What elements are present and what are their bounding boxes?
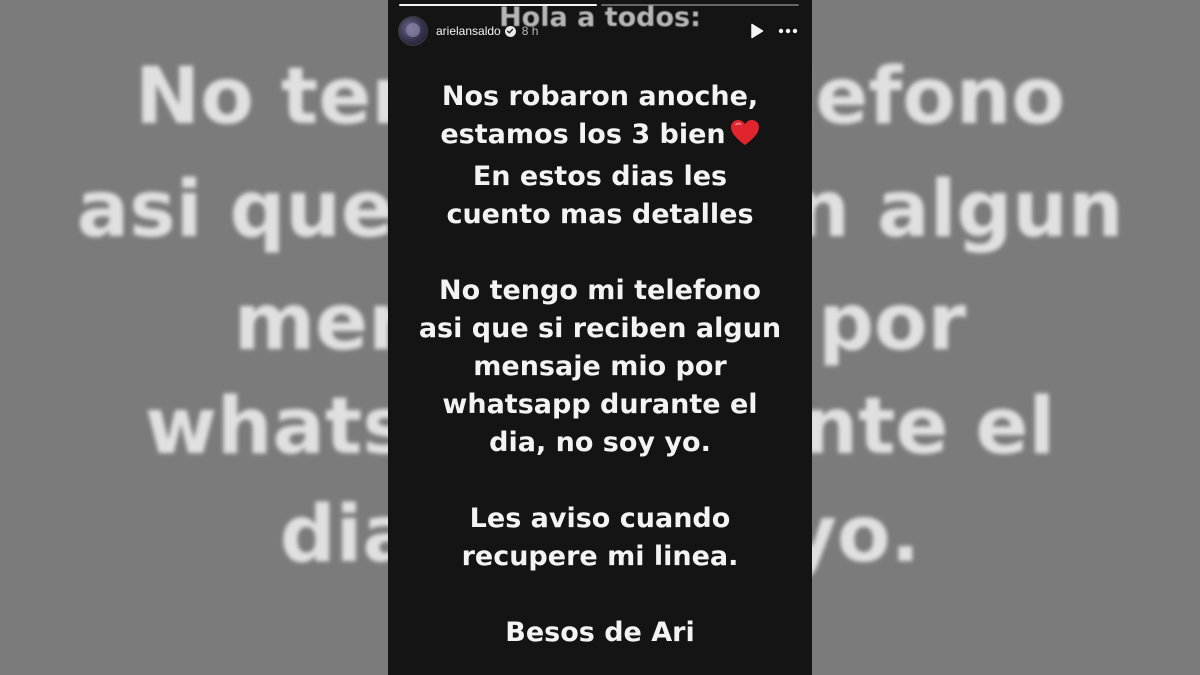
story-paragraph: Besos de Ari — [388, 614, 812, 652]
story-line: Les aviso cuando — [469, 503, 731, 534]
post-time: 8 h — [521, 24, 539, 38]
progress-segment — [399, 4, 597, 6]
play-icon[interactable] — [750, 23, 764, 39]
story-paragraph: No tengo mi telefono asi que si reciben … — [388, 272, 812, 462]
story-line: dia, no soy yo. — [489, 427, 711, 458]
verified-badge-icon — [504, 25, 516, 37]
story-header: arielansaldo 8 h — [398, 16, 804, 46]
story-line: Nos robaron anoche, — [441, 81, 759, 112]
username[interactable]: arielansaldo — [436, 24, 501, 38]
story-paragraph: Les aviso cuando recupere mi linea. — [388, 500, 812, 576]
avatar[interactable] — [398, 16, 428, 46]
story-panel[interactable]: Hola a todos: arielansaldo 8 h Nos robar… — [388, 0, 812, 675]
story-paragraph: Nos robaron anoche, estamos los 3 bien E… — [388, 78, 812, 234]
progress-segment — [601, 4, 799, 6]
more-options-icon[interactable] — [778, 28, 798, 34]
story-line: cuento mas detalles — [446, 199, 754, 230]
story-text: Nos robaron anoche, estamos los 3 bien E… — [388, 78, 812, 652]
story-progress-bar — [399, 4, 799, 6]
story-screenshot: Hola a todos: No tengo mi telefono asi q… — [0, 0, 1200, 675]
story-signoff: Besos de Ari — [505, 617, 695, 648]
story-line: En estos dias les — [472, 161, 728, 192]
story-line: recupere mi linea. — [461, 541, 739, 572]
story-line-text: estamos los 3 bien — [440, 119, 726, 150]
story-line: asi que si reciben algun — [418, 313, 782, 344]
red-heart-emoji — [730, 119, 760, 158]
story-line: whatsapp durante el — [442, 389, 758, 420]
story-line: No tengo mi telefono — [439, 275, 761, 306]
story-line-with-heart: estamos los 3 bien — [388, 116, 812, 158]
header-actions — [750, 23, 798, 39]
story-line: mensaje mio por — [473, 351, 727, 382]
